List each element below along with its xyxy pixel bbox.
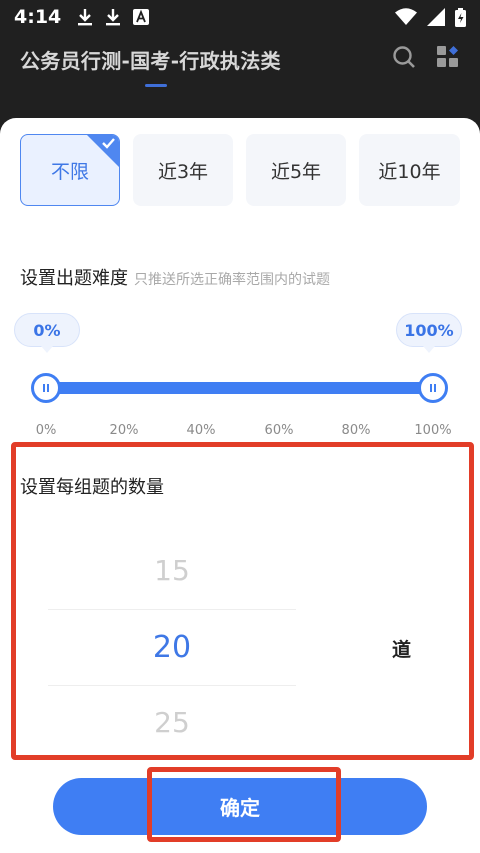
- tick-label: 80%: [341, 423, 371, 438]
- difficulty-title: 设置出题难度: [20, 268, 128, 289]
- tick-label: 20%: [109, 423, 139, 438]
- wifi-icon: [395, 8, 417, 26]
- difficulty-slider-track[interactable]: [45, 382, 433, 394]
- grid-menu-icon[interactable]: [436, 45, 460, 73]
- download-icon: [77, 8, 93, 26]
- chip-year-5[interactable]: 近5年: [246, 134, 346, 206]
- notification-icons: [77, 8, 150, 26]
- tick-label: 60%: [264, 423, 294, 438]
- header-actions: [392, 45, 460, 73]
- check-icon: [87, 135, 119, 167]
- search-icon[interactable]: [392, 45, 416, 73]
- page-title: 公务员行测-国考-行政执法类: [20, 48, 281, 73]
- slider-handle-max[interactable]: [418, 373, 448, 403]
- status-time: 4:14: [14, 6, 62, 28]
- signal-icon: [427, 8, 445, 26]
- app-header: 公务员行测-国考-行政执法类: [0, 34, 480, 84]
- difficulty-hint: 只推送所选正确率范围内的试题: [134, 272, 330, 288]
- tick-label: 100%: [414, 423, 452, 438]
- max-value-label: 100%: [404, 320, 454, 340]
- title-underline: [145, 84, 167, 87]
- chip-year-unlimited[interactable]: 不限: [20, 134, 120, 206]
- screen: 4:14 公务员行测-国考-行政执法类 不限 近3年 近5年 近10年 设置出题…: [0, 0, 480, 853]
- status-bar: 4:14: [0, 0, 480, 34]
- tick-label: 40%: [186, 423, 216, 438]
- chip-year-3[interactable]: 近3年: [133, 134, 233, 206]
- tick-label: 0%: [35, 423, 57, 438]
- min-value-label: 0%: [33, 320, 61, 340]
- difficulty-title-row: 设置出题难度 只推送所选正确率范围内的试题: [20, 264, 330, 290]
- annotation-box-confirm: [147, 767, 341, 842]
- chip-year-10[interactable]: 近10年: [359, 134, 460, 206]
- battery-charging-icon: [455, 7, 466, 27]
- slider-handle-min[interactable]: [31, 373, 61, 403]
- chip-label: 不限: [50, 160, 89, 183]
- app-a-icon: [133, 9, 150, 25]
- max-value-bubble: 100%: [396, 313, 462, 353]
- pause-grip-icon: [430, 384, 436, 392]
- annotation-box-picker: [11, 442, 474, 760]
- chip-label: 近3年: [157, 160, 209, 183]
- chip-label: 近10年: [378, 160, 441, 183]
- download-icon: [105, 8, 121, 26]
- pause-grip-icon: [43, 384, 49, 392]
- system-icons: [395, 7, 466, 27]
- min-value-bubble: 0%: [14, 313, 80, 353]
- chip-label: 近5年: [270, 160, 322, 183]
